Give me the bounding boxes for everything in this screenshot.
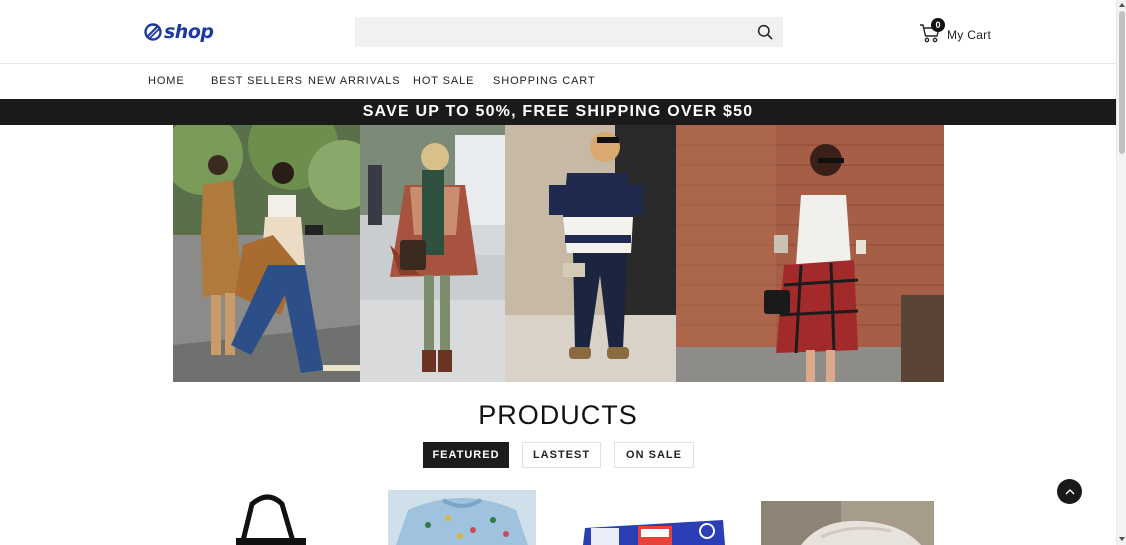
back-to-top-button[interactable] xyxy=(1057,479,1082,504)
cart-count-badge: 0 xyxy=(931,18,945,32)
cart-label: My Cart xyxy=(947,28,992,42)
products-title: PRODUCTS xyxy=(478,400,638,430)
product-card-funko-box[interactable] xyxy=(583,518,726,545)
hero-photo-3 xyxy=(505,125,676,382)
scroll-down-arrow-icon[interactable] xyxy=(1119,536,1125,542)
product-card-sneakers[interactable] xyxy=(761,501,934,545)
tab-lastest[interactable]: LASTEST xyxy=(522,442,601,468)
promo-banner: SAVE UP TO 50%, FREE SHIPPING OVER $50 xyxy=(0,99,1116,125)
hero-photo-2 xyxy=(360,125,505,382)
product-image xyxy=(761,501,934,545)
hero-photo-4 xyxy=(676,125,944,382)
hero-banner[interactable] xyxy=(173,125,944,382)
search-bar xyxy=(355,17,783,47)
logo-text: shop xyxy=(164,21,214,43)
site-header: shop 0 My Cart xyxy=(0,0,1116,64)
nav-item-hot-sale[interactable]: HOT SALE xyxy=(413,75,474,87)
nav-item-shopping-cart[interactable]: SHOPPING CART xyxy=(493,75,596,87)
scroll-up-arrow-icon[interactable] xyxy=(1119,2,1125,8)
scrollbar-thumb[interactable] xyxy=(1119,11,1125,154)
product-card-tote-bag[interactable] xyxy=(230,494,310,545)
main-nav: HOME BEST SELLERS NEW ARRIVALS HOT SALE … xyxy=(0,64,1116,99)
product-tabs: FEATURED LASTEST ON SALE xyxy=(0,442,1116,468)
hero-photo-1 xyxy=(173,125,360,382)
nav-item-new-arrivals[interactable]: NEW ARRIVALS xyxy=(308,75,401,87)
product-image xyxy=(236,494,306,545)
search-icon[interactable] xyxy=(757,24,773,40)
product-image xyxy=(388,490,536,545)
search-input[interactable] xyxy=(355,17,745,47)
page-scrollbar[interactable] xyxy=(1116,0,1126,545)
logo[interactable]: shop xyxy=(143,21,214,43)
chevron-up-icon xyxy=(1065,489,1075,495)
tab-featured[interactable]: FEATURED xyxy=(423,442,509,468)
logo-mark-icon xyxy=(144,23,162,41)
product-card-sweatshirt[interactable] xyxy=(388,490,536,545)
nav-item-home[interactable]: HOME xyxy=(148,75,185,87)
tab-on-sale[interactable]: ON SALE xyxy=(614,442,694,468)
cart-icon-wrap: 0 xyxy=(919,18,945,44)
page: shop 0 My Cart HOME BEST SELLERS NEW ARR… xyxy=(0,0,1116,545)
product-image xyxy=(583,520,725,545)
nav-item-best-sellers[interactable]: BEST SELLERS xyxy=(211,75,303,87)
cart-button[interactable]: 0 My Cart xyxy=(919,18,991,46)
